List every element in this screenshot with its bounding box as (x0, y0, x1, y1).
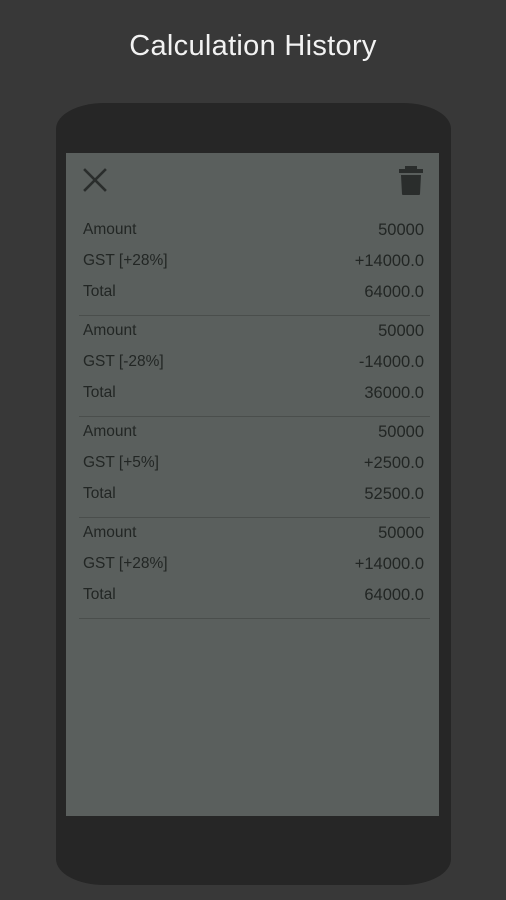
total-row: Total 52500.0 (83, 485, 424, 507)
amount-row: Amount 50000 (83, 423, 424, 445)
amount-value: 50000 (378, 423, 424, 441)
gst-value: +14000.0 (354, 555, 424, 573)
gst-value: -14000.0 (358, 353, 424, 371)
total-label: Total (83, 586, 116, 603)
amount-value: 50000 (378, 221, 424, 239)
total-value: 64000.0 (364, 586, 424, 604)
total-value: 64000.0 (364, 283, 424, 301)
total-label: Total (83, 485, 116, 502)
amount-row: Amount 50000 (83, 221, 424, 243)
delete-history-button[interactable] (396, 163, 426, 197)
gst-label: GST [+28%] (83, 555, 168, 572)
amount-label: Amount (83, 322, 137, 339)
gst-label: GST [+28%] (83, 252, 168, 269)
history-entry[interactable]: Amount 50000 GST [+28%] +14000.0 Total 6… (79, 518, 430, 619)
gst-row: GST [+5%] +2500.0 (83, 454, 424, 476)
history-entry[interactable]: Amount 50000 GST [+28%] +14000.0 Total 6… (79, 215, 430, 316)
close-button[interactable] (80, 165, 110, 195)
gst-row: GST [+28%] +14000.0 (83, 252, 424, 274)
history-list: Amount 50000 GST [+28%] +14000.0 Total 6… (66, 215, 439, 619)
gst-value: +14000.0 (354, 252, 424, 270)
total-value: 36000.0 (364, 384, 424, 402)
amount-row: Amount 50000 (83, 322, 424, 344)
close-icon (83, 168, 107, 192)
amount-label: Amount (83, 423, 137, 440)
toolbar (66, 153, 439, 207)
total-label: Total (83, 283, 116, 300)
total-row: Total 36000.0 (83, 384, 424, 406)
total-label: Total (83, 384, 116, 401)
total-value: 52500.0 (364, 485, 424, 503)
gst-row: GST [+28%] +14000.0 (83, 555, 424, 577)
amount-label: Amount (83, 524, 137, 541)
gst-value: +2500.0 (363, 454, 424, 472)
amount-row: Amount 50000 (83, 524, 424, 546)
gst-row: GST [-28%] -14000.0 (83, 353, 424, 375)
amount-label: Amount (83, 221, 137, 238)
gst-label: GST [+5%] (83, 454, 159, 471)
page-title: Calculation History (129, 30, 377, 62)
total-row: Total 64000.0 (83, 586, 424, 608)
total-row: Total 64000.0 (83, 283, 424, 305)
amount-value: 50000 (378, 322, 424, 340)
history-screen: Amount 50000 GST [+28%] +14000.0 Total 6… (66, 153, 439, 816)
history-entry[interactable]: Amount 50000 GST [+5%] +2500.0 Total 525… (79, 417, 430, 518)
amount-value: 50000 (378, 524, 424, 542)
history-entry[interactable]: Amount 50000 GST [-28%] -14000.0 Total 3… (79, 316, 430, 417)
trash-icon (399, 166, 423, 195)
gst-label: GST [-28%] (83, 353, 164, 370)
